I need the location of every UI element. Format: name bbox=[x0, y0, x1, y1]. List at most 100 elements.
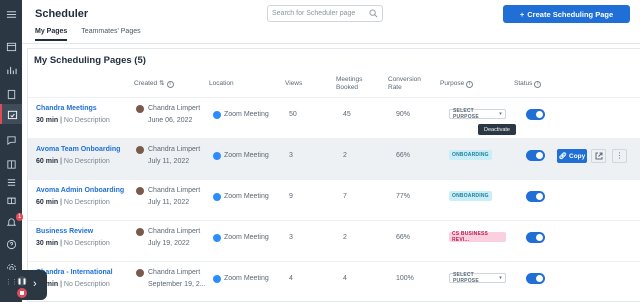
creator-name: Chandra Limpert bbox=[148, 228, 201, 235]
open-external-button[interactable] bbox=[591, 149, 606, 163]
stop-icon[interactable] bbox=[17, 288, 27, 298]
page-description: No Description bbox=[63, 117, 110, 124]
scheduler-icon[interactable] bbox=[0, 104, 22, 124]
page-name-link[interactable]: Avoma Admin Onboarding bbox=[36, 187, 124, 194]
document-icon[interactable] bbox=[5, 88, 17, 100]
conversion-rate: 77% bbox=[396, 193, 411, 200]
zoom-icon bbox=[213, 234, 221, 242]
col-purpose: Purpose i bbox=[440, 71, 474, 97]
avatar bbox=[136, 105, 144, 113]
zoom-icon bbox=[213, 193, 221, 201]
more-options-button[interactable]: ⋮ bbox=[612, 149, 627, 163]
conversion-rate: 90% bbox=[396, 111, 411, 118]
chevron-right-icon[interactable]: › bbox=[33, 278, 37, 290]
chart-icon[interactable] bbox=[5, 64, 17, 76]
views-count: 3 bbox=[289, 234, 293, 241]
creator-name: Chandra Limpert bbox=[148, 146, 201, 153]
calendar-icon[interactable] bbox=[5, 40, 17, 52]
gift-icon[interactable] bbox=[5, 193, 17, 205]
page-name-link[interactable]: Avoma Team Onboarding bbox=[36, 146, 120, 153]
purpose-select[interactable]: ONBOARDING bbox=[449, 191, 492, 201]
meetings-booked-count: 45 bbox=[343, 111, 351, 118]
page-duration: 30 min | No Description bbox=[36, 281, 110, 288]
duration-value: 30 min bbox=[36, 240, 59, 247]
created-date: June 06, 2022 bbox=[148, 117, 193, 124]
notification-badge: 1 bbox=[16, 213, 24, 221]
search-icon bbox=[369, 9, 378, 18]
link-icon: 🔗︎ bbox=[558, 153, 567, 160]
tab-my-pages[interactable]: My Pages bbox=[35, 28, 68, 41]
col-conversion-rate: Conversion Rate bbox=[388, 76, 421, 91]
create-scheduling-page-button[interactable]: + Create Scheduling Page bbox=[503, 5, 630, 23]
col-status-label: Status bbox=[514, 80, 533, 87]
col-views: Views bbox=[285, 80, 303, 87]
status-toggle[interactable] bbox=[526, 191, 545, 202]
status-toggle[interactable] bbox=[526, 273, 545, 284]
copy-button[interactable]: 🔗︎ Copy bbox=[557, 149, 587, 163]
created-date: July 11, 2022 bbox=[148, 199, 190, 206]
drag-handle-icon[interactable]: ⋮⋮ bbox=[5, 279, 18, 286]
pause-icon[interactable]: ❚❚ bbox=[17, 276, 27, 286]
chat-icon[interactable] bbox=[5, 134, 17, 146]
search-input[interactable]: Search for Scheduler page bbox=[267, 5, 383, 22]
table-row[interactable]: Avoma Admin Onboarding 60 min | No Descri… bbox=[28, 179, 640, 220]
purpose-select[interactable]: SELECT PURPOSE ▾ bbox=[449, 108, 506, 120]
plus-icon: + bbox=[519, 9, 525, 19]
meetings-booked-count: 2 bbox=[343, 234, 347, 241]
sort-icon: ⇅ bbox=[159, 80, 165, 87]
col-location: Location bbox=[209, 80, 234, 87]
info-icon: i bbox=[166, 80, 174, 88]
book-icon[interactable] bbox=[5, 158, 17, 170]
help-icon[interactable] bbox=[5, 238, 17, 250]
page-duration: 60 min | No Description bbox=[36, 158, 110, 165]
table-row[interactable]: Chandra - International 30 min | No Descr… bbox=[28, 261, 640, 302]
location-text: Zoom Meeting bbox=[224, 234, 269, 241]
views-count: 3 bbox=[289, 152, 293, 159]
duration-value: 60 min bbox=[36, 199, 59, 206]
tab-teammates-pages[interactable]: Teammates' Pages bbox=[81, 28, 140, 41]
page-name-link[interactable]: Chandra - International bbox=[36, 269, 113, 276]
purpose-label: SELECT PURPOSE bbox=[453, 272, 479, 284]
page-description: No Description bbox=[63, 199, 110, 206]
status-toggle[interactable] bbox=[526, 109, 545, 120]
create-button-label: Create Scheduling Page bbox=[527, 9, 614, 19]
page-title: Scheduler bbox=[35, 8, 89, 20]
creator-name: Chandra Limpert bbox=[148, 269, 201, 276]
avatar bbox=[136, 228, 144, 236]
status-toggle[interactable] bbox=[526, 232, 545, 243]
chevron-down-icon: ▾ bbox=[499, 111, 502, 117]
list-icon[interactable] bbox=[5, 176, 17, 188]
table-row[interactable]: Business Review 30 min | No Description Ch… bbox=[28, 220, 640, 261]
col-purpose-label: Purpose bbox=[440, 80, 465, 87]
created-date: July 11, 2022 bbox=[148, 158, 190, 165]
location-text: Zoom Meeting bbox=[224, 152, 269, 159]
col-created[interactable]: Created ⇅ i bbox=[134, 71, 174, 97]
page-name-link[interactable]: Business Review bbox=[36, 228, 93, 235]
created-date: September 19, 2... bbox=[148, 281, 206, 288]
page-description: No Description bbox=[63, 158, 110, 165]
table-row[interactable]: Avoma Team Onboarding 60 min | No Descrip… bbox=[28, 138, 640, 179]
avatar bbox=[136, 269, 144, 277]
table-row[interactable]: Chandra Meetings 30 min | No Description C… bbox=[28, 97, 640, 138]
sidebar: 1 bbox=[0, 0, 24, 302]
purpose-label: ONBOARDING bbox=[452, 193, 489, 199]
status-toggle[interactable] bbox=[526, 150, 545, 161]
purpose-select[interactable]: SELECT PURPOSE ▾ bbox=[449, 272, 506, 284]
views-count: 9 bbox=[289, 193, 293, 200]
chevron-down-icon: ▾ bbox=[499, 275, 502, 281]
search-placeholder: Search for Scheduler page bbox=[272, 10, 356, 17]
duration-value: 60 min bbox=[36, 158, 59, 165]
table-header: Created ⇅ i Location Views Meetings Book… bbox=[28, 71, 640, 97]
created-date: July 19, 2022 bbox=[148, 240, 190, 247]
col-created-label: Created bbox=[134, 80, 158, 87]
bell-icon[interactable]: 1 bbox=[5, 213, 24, 228]
purpose-label: ONBOARDING bbox=[452, 152, 489, 158]
purpose-label: CS BUSINESS REVI... bbox=[452, 231, 489, 243]
menu-icon[interactable] bbox=[5, 8, 17, 20]
info-icon: i bbox=[534, 80, 542, 88]
page-name-link[interactable]: Chandra Meetings bbox=[36, 105, 97, 112]
zoom-icon bbox=[213, 111, 221, 119]
location-text: Zoom Meeting bbox=[224, 275, 269, 282]
purpose-select[interactable]: ONBOARDING bbox=[449, 150, 492, 160]
purpose-select[interactable]: CS BUSINESS REVI... bbox=[449, 231, 506, 243]
